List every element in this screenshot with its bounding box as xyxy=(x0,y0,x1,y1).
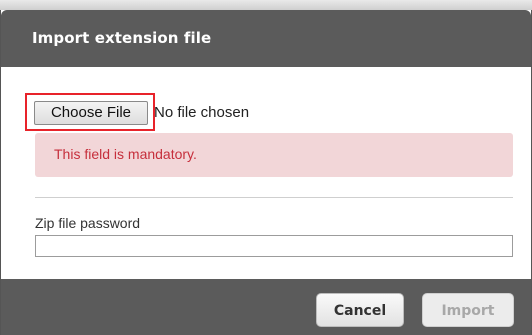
zip-password-label: Zip file password xyxy=(35,215,141,231)
file-status-text: No file chosen xyxy=(154,104,250,121)
import-button[interactable]: Import xyxy=(422,293,514,327)
import-extension-dialog: Import extension file Choose File No fil… xyxy=(0,10,532,335)
validation-error-text: This field is mandatory. xyxy=(54,146,197,162)
dialog-title: Import extension file xyxy=(32,29,212,47)
choose-file-button[interactable]: Choose File xyxy=(34,101,148,125)
validation-error-box: This field is mandatory. xyxy=(35,133,513,177)
dialog-body: Choose File No file chosen This field is… xyxy=(1,67,531,279)
dialog-header: Import extension file xyxy=(1,10,531,67)
cancel-button[interactable]: Cancel xyxy=(316,293,404,327)
page-backdrop xyxy=(0,0,532,10)
zip-password-input[interactable] xyxy=(35,235,513,257)
divider xyxy=(35,197,513,198)
dialog-footer: Cancel Import xyxy=(1,279,531,335)
